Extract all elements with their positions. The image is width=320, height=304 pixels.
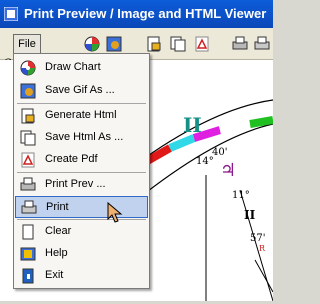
menu-separator	[17, 172, 146, 173]
menu-item-save-gif-as[interactable]: Save Gif As ...	[15, 80, 148, 102]
menu-item-draw-chart[interactable]: Draw Chart	[15, 57, 148, 79]
help-icon	[20, 247, 36, 261]
window-title: Print Preview / Image and HTML Viewer	[24, 6, 267, 21]
file-dropdown-menu: Draw Chart Save Gif As ... Generate Html…	[13, 53, 150, 289]
sign-glyph-gemini: II	[183, 113, 202, 137]
save-gif-icon	[20, 83, 36, 99]
printer-toolbar-icon[interactable]	[254, 36, 270, 52]
menu-separator	[17, 219, 146, 220]
menu-item-exit[interactable]: Exit	[15, 265, 148, 287]
menu-item-label: Generate Html	[45, 109, 117, 121]
mouse-pointer-icon	[107, 201, 123, 223]
save-gif-toolbar-icon[interactable]	[106, 36, 122, 52]
menu-item-label: Print Prev ...	[45, 178, 106, 190]
exit-icon	[22, 268, 34, 284]
title-bar: Print Preview / Image and HTML Viewer	[0, 0, 273, 28]
menu-item-label: Help	[45, 247, 68, 259]
planet-glyph-jupiter: ♃	[220, 160, 237, 181]
sign-glyph-gemini-small: II	[244, 208, 256, 222]
printer-icon	[21, 200, 37, 214]
menu-item-label: Clear	[45, 225, 72, 237]
menu-item-help[interactable]: Help	[15, 243, 148, 265]
menu-item-print-preview[interactable]: Print Prev ...	[15, 174, 148, 196]
menu-item-label: Create Pdf	[45, 153, 98, 165]
menu-separator	[17, 103, 146, 104]
pdf-toolbar-icon[interactable]	[194, 36, 210, 52]
app-icon	[4, 7, 18, 21]
degree-label-40-min: 40'	[212, 147, 228, 158]
menu-item-save-html-as[interactable]: Save Html As ...	[15, 127, 148, 149]
retrograde-label: R	[259, 244, 266, 253]
generate-html-toolbar-icon[interactable]	[146, 36, 162, 52]
menu-item-label: Save Html As ...	[45, 131, 124, 143]
print-preview-toolbar-icon[interactable]	[232, 36, 248, 52]
draw-chart-icon	[20, 60, 36, 76]
generate-html-icon	[21, 108, 35, 124]
save-html-toolbar-icon[interactable]	[170, 36, 186, 52]
menu-item-label: Save Gif As ...	[45, 84, 115, 96]
degree-label-11: 11°	[232, 190, 250, 201]
menu-item-clear[interactable]: Clear	[15, 221, 148, 243]
save-html-icon	[20, 130, 36, 146]
menu-item-print[interactable]: Print	[15, 196, 148, 218]
menu-item-generate-html[interactable]: Generate Html	[15, 105, 148, 127]
draw-chart-toolbar-icon[interactable]	[84, 36, 100, 52]
print-preview-icon	[20, 177, 36, 191]
menu-item-create-pdf[interactable]: Create Pdf	[15, 149, 148, 171]
menu-item-label: Draw Chart	[45, 61, 101, 73]
clear-icon	[22, 224, 34, 240]
degree-label-57: 57'	[250, 233, 266, 244]
pdf-icon	[21, 152, 35, 168]
menu-item-label: Exit	[45, 269, 64, 281]
file-menu-button[interactable]: File	[13, 34, 41, 54]
menu-item-label: Print	[46, 201, 69, 213]
